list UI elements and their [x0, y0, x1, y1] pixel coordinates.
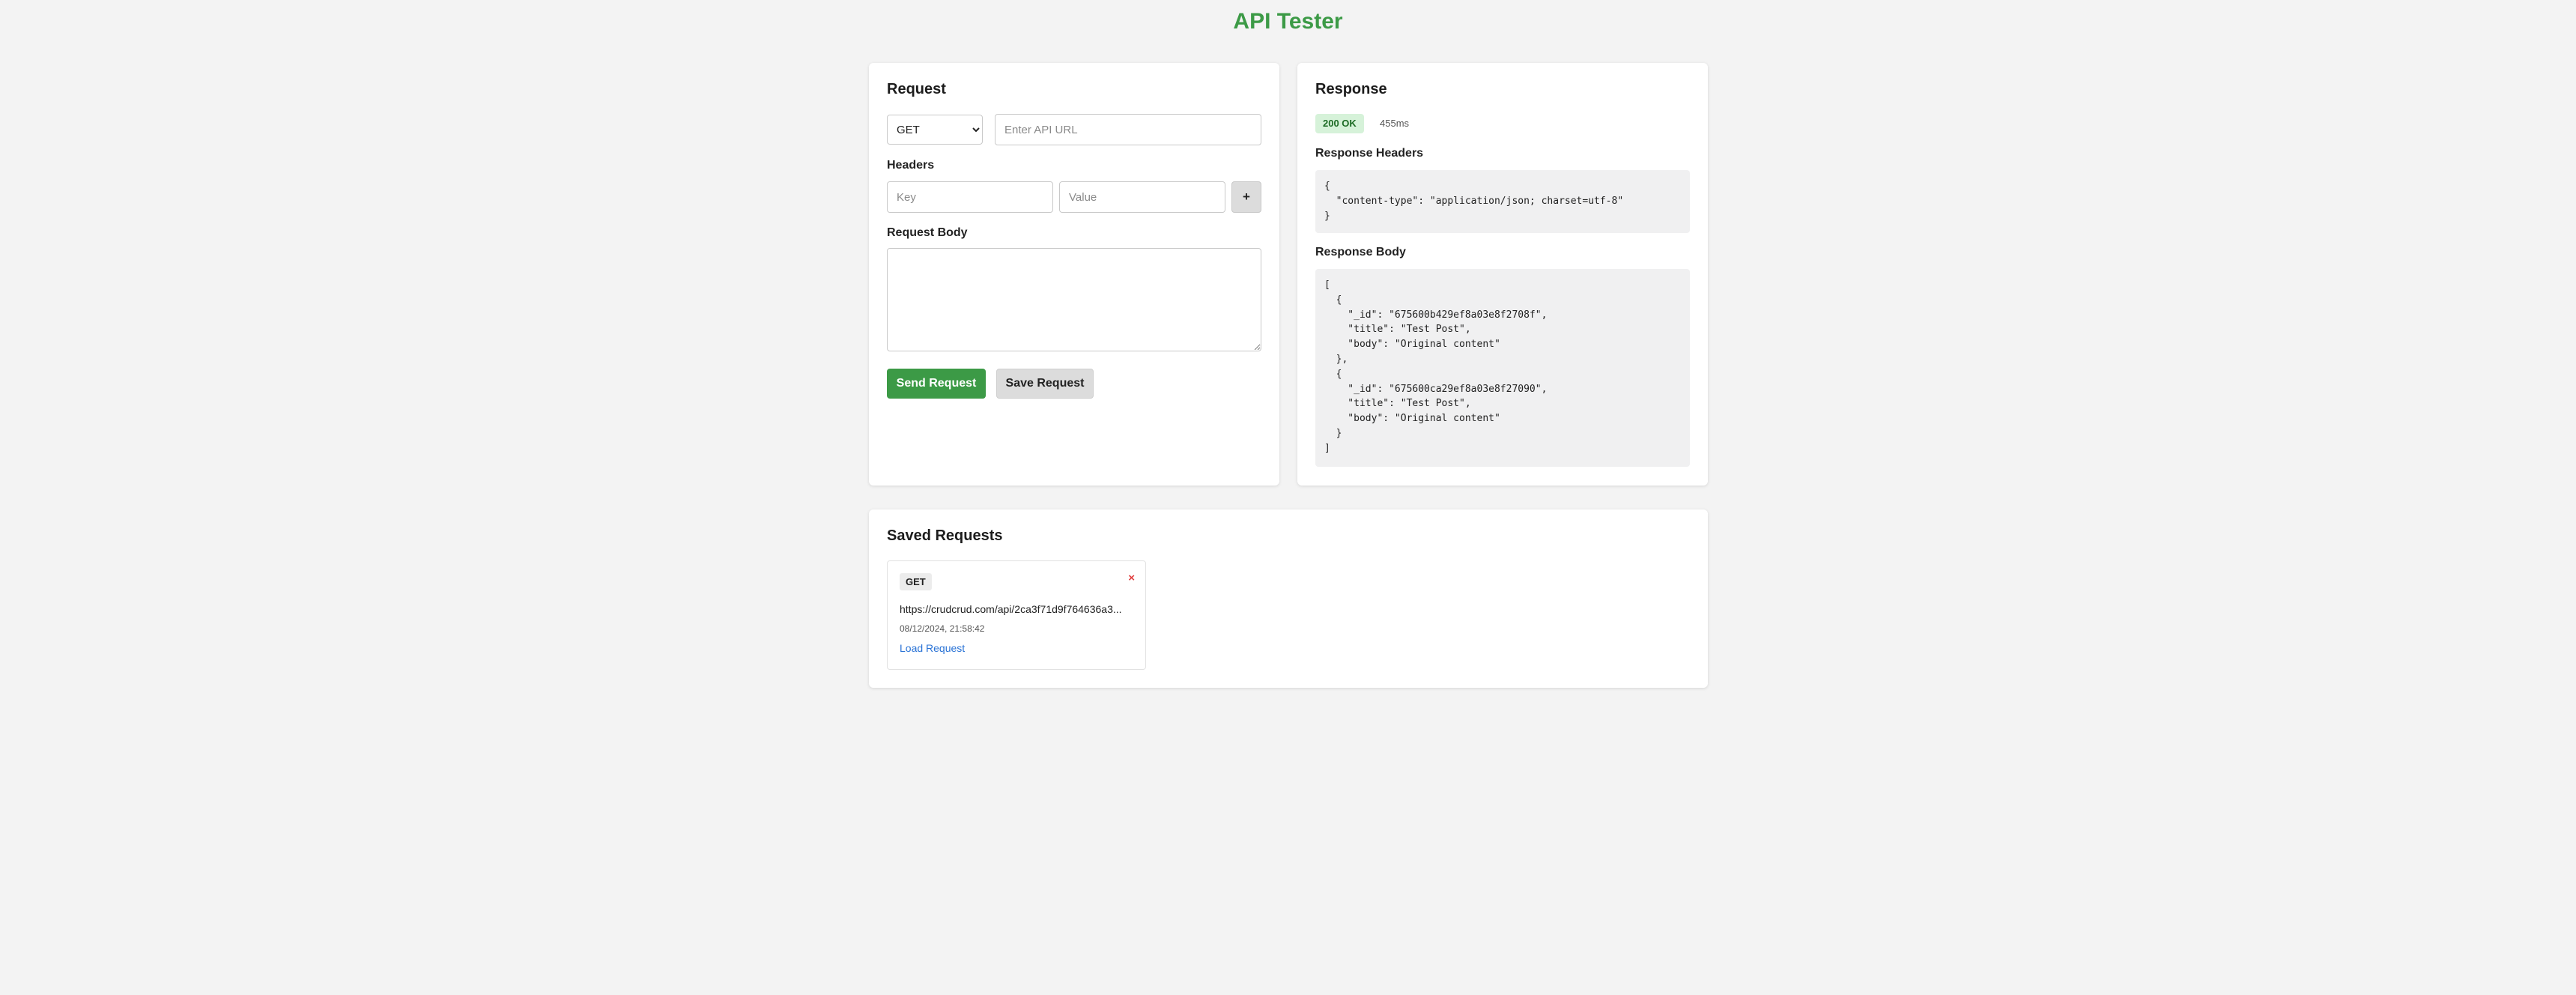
request-heading: Request: [887, 81, 946, 97]
headers-label: Headers: [887, 159, 935, 172]
save-request-button[interactable]: Save Request: [996, 369, 1094, 399]
response-body-label: Response Body: [1315, 246, 1406, 258]
header-value-input[interactable]: [1059, 181, 1225, 213]
response-panel: Response 200 OK 455ms Response Headers {…: [1297, 63, 1708, 486]
response-headers-label: Response Headers: [1315, 147, 1424, 160]
status-badge: 200 OK: [1315, 114, 1364, 133]
method-badge: GET: [900, 573, 932, 590]
request-body-textarea[interactable]: [887, 248, 1261, 351]
request-body-label: Request Body: [887, 226, 968, 239]
response-heading: Response: [1315, 81, 1387, 97]
saved-request-url: https://crudcrud.com/api/2ca3f71d9f76463…: [900, 603, 1122, 615]
load-request-link[interactable]: Load Request: [900, 642, 965, 654]
saved-request-timestamp: 08/12/2024, 21:58:42: [900, 623, 985, 634]
header-key-input[interactable]: [887, 181, 1053, 213]
method-select[interactable]: GETPOSTPUTDELETE: [887, 115, 983, 145]
saved-requests-heading: Saved Requests: [887, 527, 1003, 544]
response-time: 455ms: [1380, 118, 1410, 129]
response-body-code: [ { "_id": "675600b429ef8a03e8f2708f", "…: [1315, 269, 1690, 467]
url-input[interactable]: [995, 114, 1261, 145]
saved-requests-panel: Saved Requests GET × https://crudcrud.co…: [869, 509, 1708, 688]
request-panel: Request GETPOSTPUTDELETE Headers + Reque…: [869, 63, 1279, 486]
send-request-button[interactable]: Send Request: [887, 369, 986, 399]
response-headers-code: { "content-type": "application/json; cha…: [1315, 170, 1690, 233]
add-header-button[interactable]: +: [1231, 181, 1261, 213]
saved-request-card: GET × https://crudcrud.com/api/2ca3f71d9…: [887, 560, 1146, 670]
delete-icon[interactable]: ×: [1128, 572, 1135, 584]
page-title: API Tester: [1233, 9, 1343, 34]
